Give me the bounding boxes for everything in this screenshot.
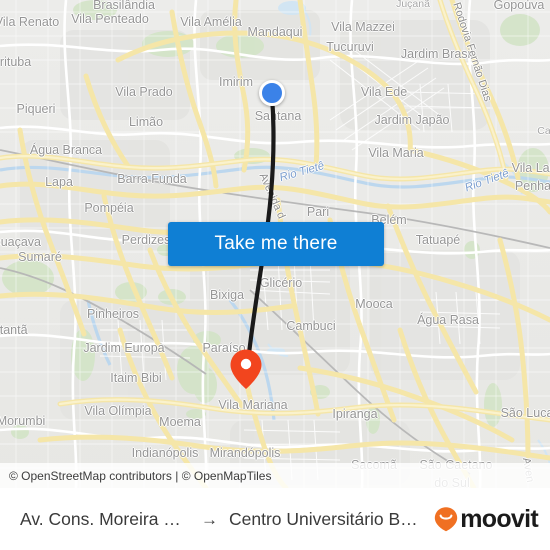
origin-marker[interactable] <box>259 80 285 106</box>
footer-route-summary[interactable]: Av. Cons. Moreira d… → Centro Universitá… <box>20 509 425 530</box>
map-attribution-bar: © OpenStreetMap contributors | © OpenMap… <box>0 463 550 488</box>
moovit-logo[interactable]: moovit <box>433 504 539 534</box>
footer-origin-label: Av. Cons. Moreira d… <box>20 508 190 529</box>
moovit-wordmark: moovit <box>460 504 538 533</box>
map-canvas[interactable]: Brasilândia Vila Penteado Vila Amélia Vila … <box>0 0 550 488</box>
take-me-there-button[interactable]: Take me there <box>168 222 384 266</box>
moovit-trip-screen: Brasilândia Vila Penteado Vila Amélia Vila … <box>0 0 550 550</box>
trip-footer: Av. Cons. Moreira d… → Centro Universitá… <box>0 488 550 550</box>
moovit-pin-icon <box>435 507 458 532</box>
arrow-right-icon: → <box>201 509 218 529</box>
footer-destination-label: Centro Universitário Belas A… <box>229 508 425 529</box>
destination-marker[interactable] <box>229 348 263 390</box>
attribution-text[interactable]: © OpenStreetMap contributors | © OpenMap… <box>9 469 271 483</box>
